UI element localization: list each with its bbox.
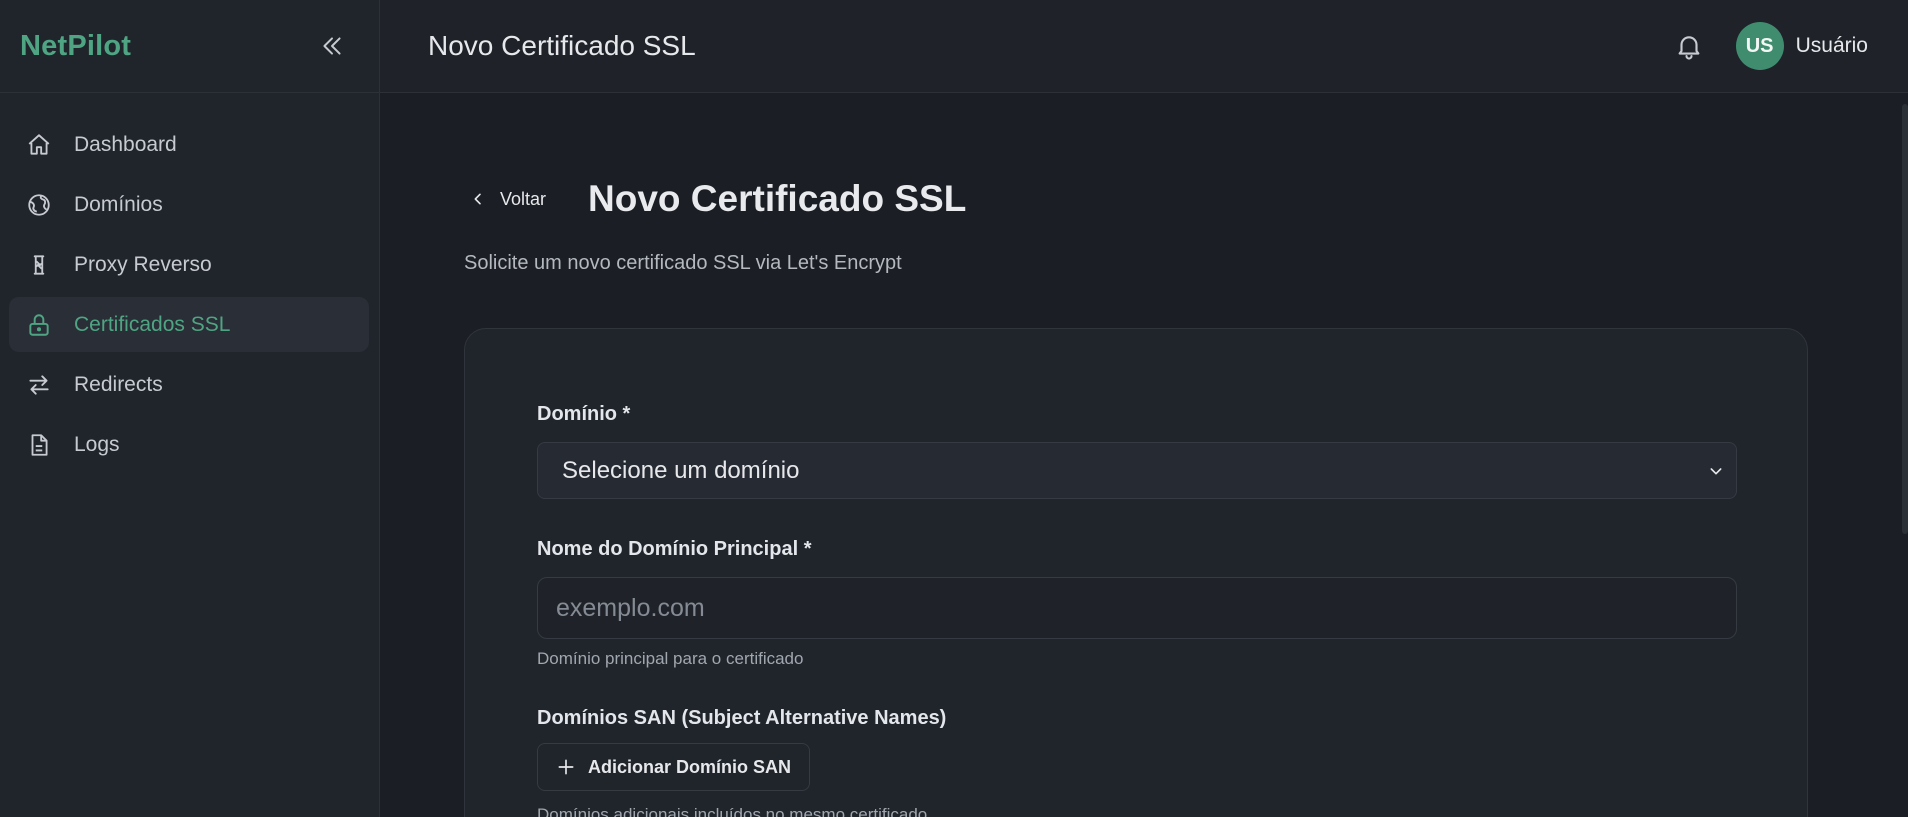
main-domain-label: Nome do Domínio Principal * bbox=[537, 538, 812, 560]
top-bar-actions: US Usuário bbox=[1672, 22, 1868, 70]
sidebar-item-label: Logs bbox=[74, 432, 120, 456]
bell-icon bbox=[1678, 36, 1700, 60]
domain-select-value: Selecione um domínio bbox=[562, 456, 800, 484]
arrows-swap-icon bbox=[26, 372, 52, 398]
scrollbar[interactable] bbox=[1902, 104, 1908, 534]
domain-select[interactable]: Selecione um domínio bbox=[537, 442, 1737, 499]
globe-icon bbox=[26, 192, 52, 218]
add-san-button-label: Adicionar Domínio SAN bbox=[588, 756, 792, 777]
san-label: Domínios SAN (Subject Alternative Names) bbox=[537, 707, 947, 729]
collapse-sidebar-button[interactable] bbox=[317, 31, 347, 61]
user-name: Usuário bbox=[1795, 34, 1868, 57]
san-help: Domínios adicionais incluídos no mesmo c… bbox=[537, 805, 928, 817]
sidebar-item-certificados-ssl[interactable]: Certificados SSL bbox=[9, 297, 369, 352]
sidebar-item-dashboard[interactable]: Dashboard bbox=[9, 117, 369, 172]
sidebar-nav: Dashboard Domínios Proxy Reverso Certifi… bbox=[0, 93, 379, 472]
sidebar-header: NetPilot bbox=[0, 0, 379, 93]
double-chevron-left-icon bbox=[323, 37, 341, 55]
home-icon bbox=[26, 132, 52, 158]
lock-icon bbox=[26, 312, 52, 338]
back-button[interactable]: Voltar bbox=[464, 181, 552, 218]
chevron-down-icon bbox=[1710, 467, 1722, 474]
user-menu[interactable]: US Usuário bbox=[1735, 22, 1868, 70]
main-content: Voltar Novo Certificado SSL Solicite um … bbox=[380, 94, 1908, 817]
sidebar-item-label: Dashboard bbox=[74, 132, 177, 156]
sidebar-item-label: Proxy Reverso bbox=[74, 252, 212, 276]
domain-label: Domínio * bbox=[537, 403, 631, 425]
sidebar-item-logs[interactable]: Logs bbox=[9, 417, 369, 472]
sidebar-item-redirects[interactable]: Redirects bbox=[9, 357, 369, 412]
proxy-icon bbox=[26, 252, 52, 278]
sidebar-item-label: Redirects bbox=[74, 372, 163, 396]
form-card: Domínio * Selecione um domínio Nome do D… bbox=[464, 328, 1808, 817]
sidebar-item-proxy-reverso[interactable]: Proxy Reverso bbox=[9, 237, 369, 292]
top-bar: Novo Certificado SSL US Usuário bbox=[380, 0, 1908, 93]
sidebar-item-dominios[interactable]: Domínios bbox=[9, 177, 369, 232]
sidebar-item-label: Certificados SSL bbox=[74, 312, 231, 336]
notifications-button[interactable] bbox=[1672, 29, 1706, 63]
sidebar-item-label: Domínios bbox=[74, 192, 163, 216]
chevron-left-icon bbox=[470, 191, 486, 207]
app-logo: NetPilot bbox=[20, 29, 132, 62]
avatar: US bbox=[1735, 22, 1784, 70]
page-subtitle: Solicite um novo certificado SSL via Let… bbox=[464, 252, 902, 274]
sidebar: NetPilot Dashboard Domínios Proxy Revers… bbox=[0, 0, 380, 817]
main-domain-help: Domínio principal para o certificado bbox=[537, 649, 804, 668]
header-title: Novo Certificado SSL bbox=[428, 30, 696, 61]
main-domain-input[interactable] bbox=[556, 593, 1718, 623]
app-root: NetPilot Dashboard Domínios Proxy Revers… bbox=[0, 0, 1908, 817]
back-button-label: Voltar bbox=[500, 188, 547, 209]
main-domain-field[interactable] bbox=[537, 577, 1737, 639]
add-san-button[interactable]: Adicionar Domínio SAN bbox=[537, 743, 811, 791]
plus-icon bbox=[556, 757, 576, 777]
page-header: Voltar Novo Certificado SSL bbox=[464, 178, 966, 220]
page-title: Novo Certificado SSL bbox=[588, 178, 967, 219]
file-text-icon bbox=[26, 432, 52, 458]
